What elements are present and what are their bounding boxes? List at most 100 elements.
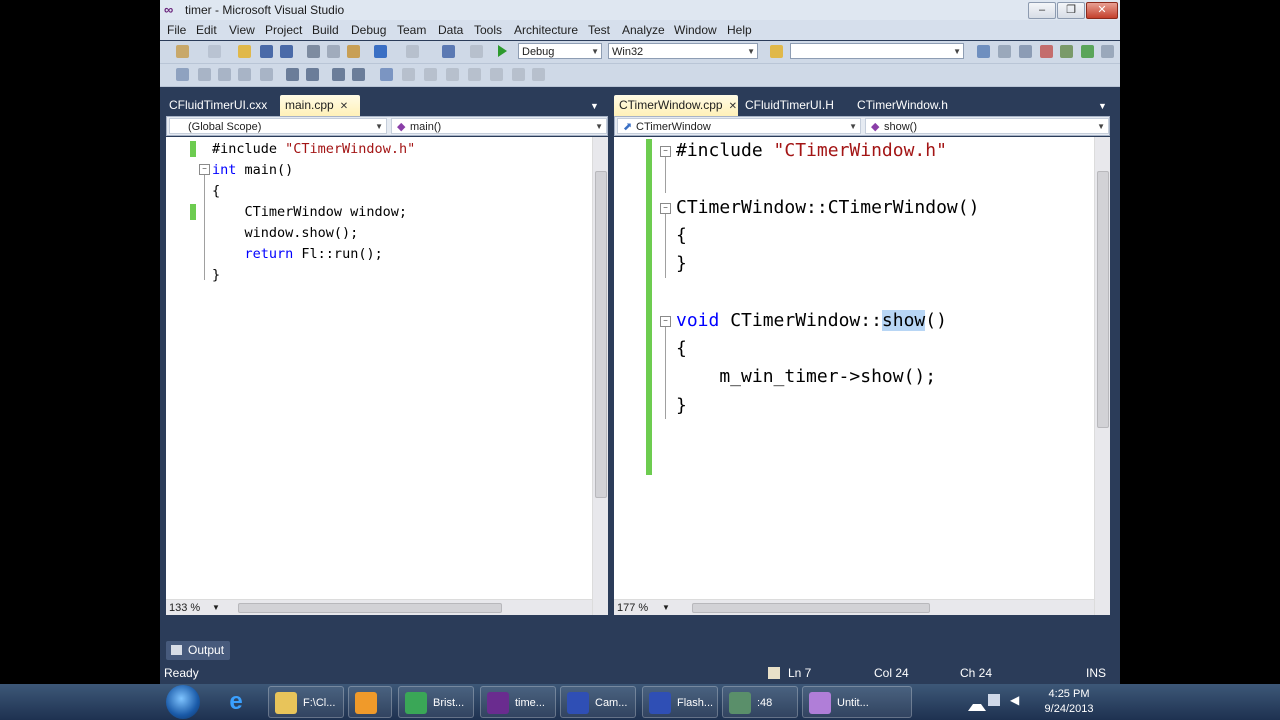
tab-cfluidtimerui-h[interactable]: CFluidTimerUI.H	[740, 95, 840, 116]
scroll-thumb[interactable]	[1097, 171, 1109, 428]
taskbar-item[interactable]: Untit...	[802, 686, 912, 718]
right-code-editor[interactable]: − − − #include "CTimerWindow.h" CTimerWi…	[614, 137, 1110, 615]
cut-icon[interactable]	[307, 45, 320, 58]
collapse-icon[interactable]: −	[660, 316, 671, 327]
next-bookmark-icon[interactable]	[424, 68, 437, 81]
redo-icon[interactable]	[406, 45, 419, 58]
left-vertical-scrollbar[interactable]	[592, 137, 608, 615]
menu-team[interactable]: Team	[397, 23, 426, 37]
taskbar-item[interactable]: Brist...	[398, 686, 474, 718]
copy-icon[interactable]	[327, 45, 340, 58]
tab-list-dropdown[interactable]: ▼	[590, 95, 608, 116]
decrease-indent-icon[interactable]	[286, 68, 299, 81]
add-item-icon[interactable]	[208, 45, 221, 58]
taskbar-item[interactable]: Cam...	[560, 686, 636, 718]
clock[interactable]: 4:25 PM 9/24/2013	[1034, 687, 1104, 717]
uncomment-icon[interactable]	[352, 68, 365, 81]
scope-combo[interactable]: ⬈ CTimerWindow ▼	[617, 118, 861, 134]
horizontal-scroll-thumb[interactable]	[692, 603, 930, 613]
start-debugging-icon[interactable]	[498, 45, 507, 57]
menu-architecture[interactable]: Architecture	[514, 23, 578, 37]
menu-help[interactable]: Help	[727, 23, 752, 37]
chevron-down-icon[interactable]: ▼	[662, 600, 670, 615]
menu-view[interactable]: View	[229, 23, 255, 37]
open-file-icon[interactable]	[238, 45, 251, 58]
start-page-icon[interactable]	[1081, 45, 1094, 58]
quick-info-icon[interactable]	[238, 68, 251, 81]
object-browser-icon[interactable]	[1019, 45, 1032, 58]
toggle-bookmark-icon[interactable]	[380, 68, 393, 81]
next-bookmark-in-document-icon[interactable]	[512, 68, 525, 81]
parameter-info-icon[interactable]	[218, 68, 231, 81]
network-icon[interactable]	[988, 694, 1000, 706]
taskbar-item[interactable]	[348, 686, 392, 718]
member-combo[interactable]: ◆ show() ▼	[865, 118, 1109, 134]
menu-analyze[interactable]: Analyze	[622, 23, 665, 37]
toolbox-icon[interactable]	[1040, 45, 1053, 58]
find-in-files-icon[interactable]	[770, 45, 783, 58]
right-vertical-scrollbar[interactable]	[1094, 137, 1110, 615]
new-project-icon[interactable]	[176, 45, 189, 58]
menu-edit[interactable]: Edit	[196, 23, 217, 37]
complete-word-icon[interactable]	[260, 68, 273, 81]
save-icon[interactable]	[260, 45, 273, 58]
chevron-down-icon[interactable]: ▼	[212, 600, 220, 615]
paste-icon[interactable]	[347, 45, 360, 58]
tab-ctimerwindow-cpp[interactable]: CTimerWindow.cpp ✕	[614, 95, 738, 116]
scroll-thumb[interactable]	[595, 171, 607, 498]
horizontal-scroll-thumb[interactable]	[238, 603, 502, 613]
menu-tools[interactable]: Tools	[474, 23, 502, 37]
collapse-icon[interactable]: −	[199, 164, 210, 175]
previous-bookmark-in-document-icon[interactable]	[490, 68, 503, 81]
taskbar-item[interactable]: :48	[722, 686, 798, 718]
menu-file[interactable]: File	[167, 23, 186, 37]
extension-manager-icon[interactable]	[1060, 45, 1073, 58]
menu-test[interactable]: Test	[588, 23, 610, 37]
previous-bookmark-in-folder-icon[interactable]	[446, 68, 459, 81]
navigate-backward-icon[interactable]	[442, 45, 455, 58]
display-object-member-list-icon[interactable]	[198, 68, 211, 81]
taskbar-item[interactable]: Flash...	[642, 686, 718, 718]
toolbar-options-icon[interactable]	[1101, 45, 1114, 58]
solution-platform-combo[interactable]: Win32 ▼	[608, 43, 758, 59]
increase-indent-icon[interactable]	[306, 68, 319, 81]
taskbar-item[interactable]: time...	[480, 686, 556, 718]
solution-explorer-icon[interactable]	[977, 45, 990, 58]
menu-data[interactable]: Data	[438, 23, 463, 37]
menu-project[interactable]: Project	[265, 23, 302, 37]
find-combo[interactable]: ▼	[790, 43, 964, 59]
connect-icon[interactable]	[176, 68, 189, 81]
close-tab-icon[interactable]: ✕	[340, 101, 348, 112]
comment-out-icon[interactable]	[332, 68, 345, 81]
menu-window[interactable]: Window	[674, 23, 717, 37]
tab-main-cpp[interactable]: main.cpp ✕	[280, 95, 360, 116]
collapse-icon[interactable]: −	[660, 203, 671, 214]
tab-cfluidtimerui-cxx[interactable]: CFluidTimerUI.cxx	[164, 95, 274, 116]
close-button[interactable]: ✕	[1086, 2, 1118, 19]
taskbar-item[interactable]: F:\Cl...	[268, 686, 344, 718]
tab-list-dropdown[interactable]: ▼	[1098, 95, 1116, 116]
tab-ctimerwindow-h[interactable]: CTimerWindow.h	[852, 95, 962, 116]
save-all-icon[interactable]	[280, 45, 293, 58]
output-tab[interactable]: Output	[166, 641, 231, 660]
left-code-editor[interactable]: − #include "CTimerWindow.h" int main(){ C…	[166, 137, 608, 615]
maximize-button[interactable]: ❐	[1057, 2, 1085, 19]
next-bookmark-in-folder-icon[interactable]	[468, 68, 481, 81]
close-tab-icon[interactable]: ✕	[729, 101, 737, 112]
show-hidden-icons-icon[interactable]	[968, 696, 986, 711]
minimize-button[interactable]: ‒	[1028, 2, 1056, 19]
collapse-icon[interactable]: −	[660, 146, 671, 157]
internet-explorer-icon[interactable]: e	[222, 688, 250, 716]
clear-bookmarks-icon[interactable]	[532, 68, 545, 81]
volume-icon[interactable]: ◀	[1010, 694, 1022, 706]
start-button[interactable]	[166, 685, 200, 719]
menu-build[interactable]: Build	[312, 23, 339, 37]
properties-icon[interactable]	[998, 45, 1011, 58]
zoom-level[interactable]: 177 %	[617, 600, 648, 615]
menu-debug[interactable]: Debug	[351, 23, 386, 37]
scope-combo[interactable]: (Global Scope) ▼	[169, 118, 387, 134]
member-combo[interactable]: ◆ main() ▼	[391, 118, 607, 134]
zoom-level[interactable]: 133 %	[169, 600, 200, 615]
undo-icon[interactable]	[374, 45, 387, 58]
previous-bookmark-icon[interactable]	[402, 68, 415, 81]
